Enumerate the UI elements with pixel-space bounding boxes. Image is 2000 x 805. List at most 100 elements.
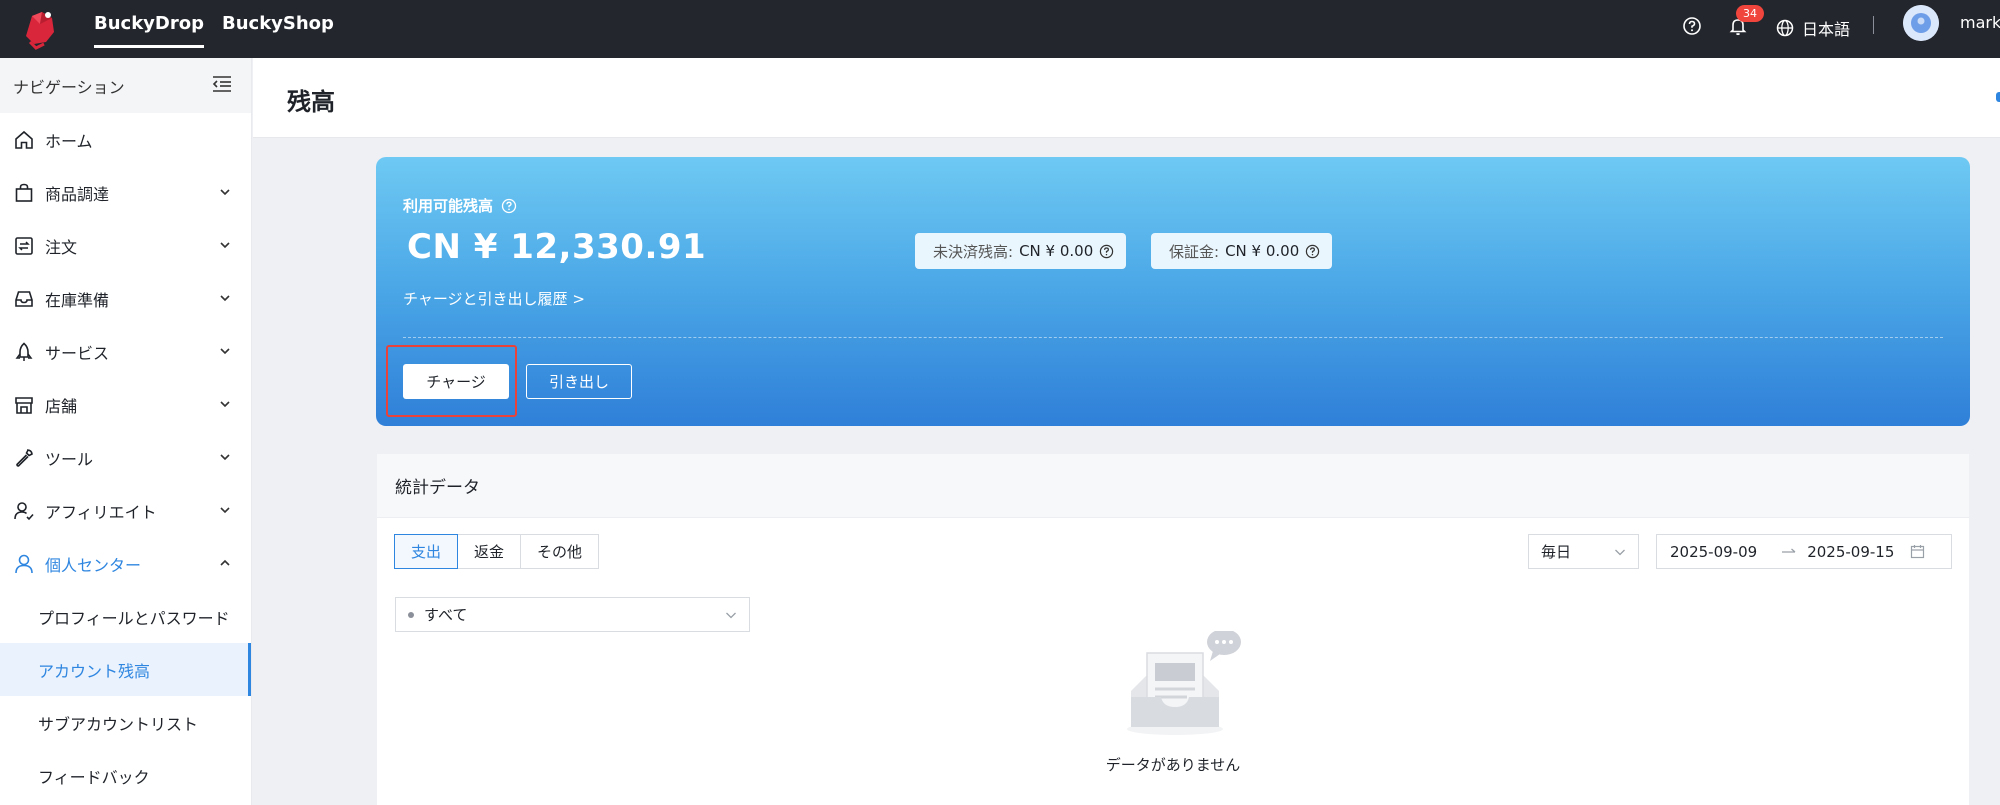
buckydrop-logo[interactable] [18,6,62,50]
chevron-down-icon [220,507,230,514]
active-tab-underline [94,45,204,48]
empty-data-illustration [1127,631,1241,735]
user-name[interactable]: mark [1960,13,2000,33]
category-filter-value: すべて [424,606,468,624]
sidebar-item-orders[interactable]: 注文 [0,219,251,272]
sidebar-item-stores[interactable]: 店舗 [0,378,251,431]
globe-icon [1776,19,1794,37]
pending-balance-chip: 未決済残高: CN ¥ 0.00 [915,233,1127,269]
card-divider [403,337,1943,338]
inbox-icon [13,288,35,310]
affiliate-icon [13,500,35,522]
statistics-header: 統計データ [377,454,1969,518]
sidebar-item-label: サービス [45,343,110,363]
tab-other[interactable]: その他 [520,534,600,569]
available-balance-label-text: 利用可能残高 [403,197,494,215]
language-selector[interactable]: 日本語 [1776,13,1850,43]
deposit-value: CN ¥ 0.00 [1225,242,1300,260]
sidebar-sub-item-profile[interactable]: プロフィールとパスワード [0,590,251,643]
sidebar-sub-item-label: サブアカウントリスト [38,714,199,734]
help-icon[interactable] [1679,13,1705,39]
withdraw-button[interactable]: 引き出し [526,364,632,399]
navigation-header-label: ナビゲーション [13,77,125,97]
page-header: 残高 [253,58,2000,138]
sidebar-sub-item-subaccounts[interactable]: サブアカウントリスト [0,696,251,749]
wrench-icon [13,447,35,469]
chevron-down-icon [1615,549,1625,556]
chevron-down-icon [220,189,230,196]
sidebar-item-label: 個人センター [45,555,142,575]
sidebar-item-affiliate[interactable]: アフィリエイト [0,484,251,537]
charge-button[interactable]: チャージ [403,364,509,399]
sidebar-sub-item-account-balance[interactable]: アカウント残高 [0,643,251,696]
sidebar-item-inventory[interactable]: 在庫準備 [0,272,251,325]
tab-buckydrop-label: BuckyDrop [94,13,204,34]
menu-collapse-icon[interactable] [211,74,233,94]
category-filter-select[interactable]: すべて [395,597,750,632]
arrow-right-icon [1782,548,1796,553]
date-start-input[interactable]: 2025-09-09 [1670,543,1757,561]
pending-balance-value: CN ¥ 0.00 [1019,242,1094,260]
topbar-divider [1873,16,1874,34]
period-select-value: 毎日 [1541,543,1572,561]
balance-card: 利用可能残高 CN ¥ 12,330.91 チャージと引き出し履歴 > 未決済残… [376,157,1970,426]
available-balance-amount: CN ¥ 12,330.91 [407,227,707,267]
statistics-title: 統計データ [395,478,480,498]
sidebar-sub-item-label: プロフィールとパスワード [38,608,230,628]
chevron-down-icon [220,295,230,302]
sidebar-item-tools[interactable]: ツール [0,431,251,484]
language-label: 日本語 [1802,20,1851,39]
statistics-type-tabs: 支出 返金 その他 [394,534,600,569]
sidebar-item-home[interactable]: ホーム [0,113,251,166]
info-icon[interactable] [501,198,517,214]
user-icon [13,553,35,575]
sidebar-item-label: ツール [45,449,94,469]
deposit-label: 保証金: [1169,242,1220,261]
sidebar-item-label: 商品調達 [45,184,110,204]
shopping-bag-icon [13,182,35,204]
tab-buckyshop[interactable]: BuckyShop [222,0,334,58]
sidebar-item-label: 店舗 [45,396,78,416]
sidebar-item-sourcing[interactable]: 商品調達 [0,166,251,219]
sidebar: ナビゲーション ホーム 商品調達 注文 在庫準備 サービス 店舗 ツール アフィ… [0,58,252,805]
statistics-panel: 統計データ 支出 返金 その他 毎日 2025-09-09 2025-09-15… [377,454,1969,805]
sidebar-item-personal-center[interactable]: 個人センター [0,537,251,590]
sidebar-item-services[interactable]: サービス [0,325,251,378]
sidebar-item-label: ホーム [45,131,93,151]
sidebar-sub-item-feedback[interactable]: フィードバック [0,749,251,802]
tab-buckydrop[interactable]: BuckyDrop [94,0,204,58]
notification-badge: 34 [1736,5,1764,22]
period-select[interactable]: 毎日 [1528,534,1639,569]
home-icon [13,129,35,151]
tab-expense[interactable]: 支出 [394,534,459,569]
chevron-up-icon [220,559,230,566]
help-icon[interactable] [1099,244,1114,259]
header-edge-icon[interactable] [1996,92,2000,102]
tab-buckyshop-label: BuckyShop [222,13,334,34]
order-icon [13,235,35,257]
tab-refund[interactable]: 返金 [457,534,522,569]
empty-data-message: データがありません [1105,756,1241,774]
sidebar-item-label: アフィリエイト [45,502,157,522]
sidebar-item-label: 在庫準備 [45,290,110,310]
pending-balance-label: 未決済残高: [933,242,1014,261]
bullet-icon [408,611,414,618]
sidebar-sub-item-label: アカウント残高 [38,661,151,681]
help-icon[interactable] [1305,244,1320,259]
store-icon [13,394,35,416]
recharge-withdraw-history-link[interactable]: チャージと引き出し履歴 > [403,288,585,309]
avatar[interactable] [1903,5,1939,41]
sidebar-sub-item-label: フィードバック [38,767,150,787]
navigation-header: ナビゲーション [0,58,251,113]
chevron-down-icon [220,454,230,461]
chevron-down-icon [220,242,230,249]
date-end-input[interactable]: 2025-09-15 [1807,543,1894,561]
date-range-picker[interactable]: 2025-09-09 2025-09-15 [1656,534,1952,569]
available-balance-label: 利用可能残高 [403,195,517,216]
chevron-down-icon [220,348,230,355]
page-title: 残高 [287,88,335,116]
top-navigation-bar: BuckyDrop BuckyShop 34 日本語 mark [0,0,2000,58]
calendar-icon [1911,545,1925,559]
deposit-chip: 保証金: CN ¥ 0.00 [1151,233,1333,269]
sidebar-item-label: 注文 [45,237,78,257]
